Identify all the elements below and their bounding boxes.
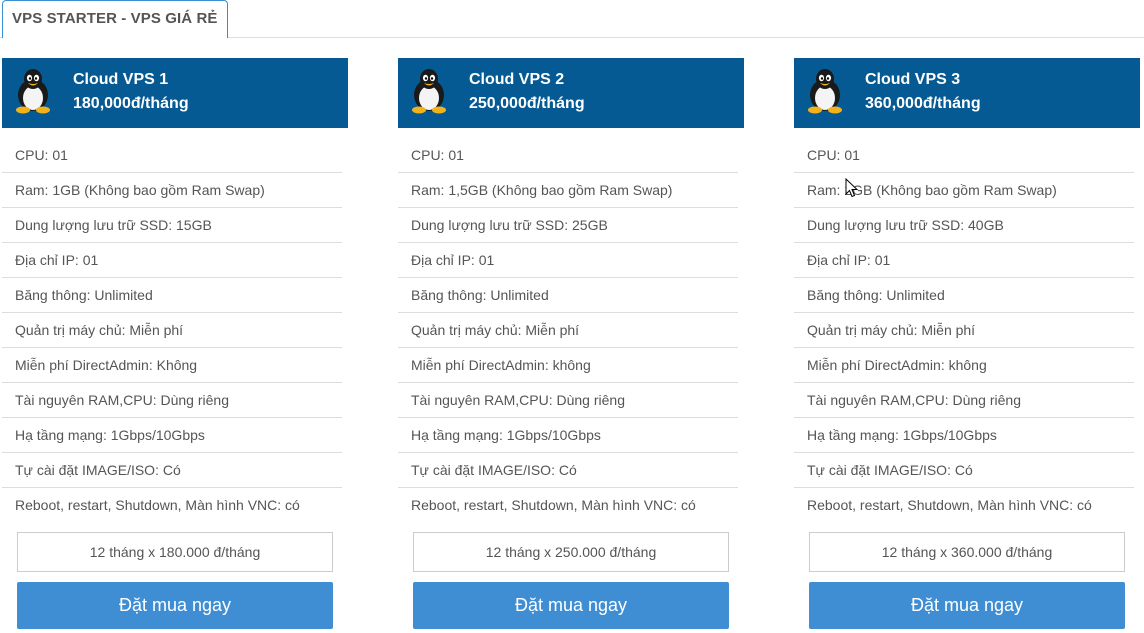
feature-item: Reboot, restart, Shutdown, Màn hình VNC:… <box>411 497 696 513</box>
buy-now-button[interactable]: Đặt mua ngay <box>809 582 1125 629</box>
feature-item: Băng thông: Unlimited <box>2 278 342 313</box>
plan-name: Cloud VPS 2 <box>469 71 565 88</box>
feature-item: Reboot, restart, Shutdown, Màn hình VNC:… <box>807 497 1092 513</box>
feature-item: Dung lượng lưu trữ SSD: 15GB <box>2 208 342 243</box>
plan-card-2: Cloud VPS 2 250,000đ/tháng CPU: 01 Ram: … <box>398 58 744 629</box>
buy-now-button[interactable]: Đặt mua ngay <box>413 582 729 629</box>
feature-item: Quản trị máy chủ: Miễn phí <box>398 313 738 348</box>
feature-item: Tài nguyên RAM,CPU: Dùng riêng <box>794 383 1134 418</box>
feature-list: CPU: 01 Ram: 1,5GB (Không bao gồm Ram Sw… <box>398 138 738 523</box>
feature-item: Dung lượng lưu trữ SSD: 25GB <box>398 208 738 243</box>
plan-name: Cloud VPS 3 <box>865 71 961 88</box>
billing-term: 12 tháng x 360.000 đ/tháng <box>809 532 1125 572</box>
feature-item: Miễn phí DirectAdmin: không <box>794 348 1134 383</box>
linux-tux-icon <box>412 69 446 114</box>
feature-item: Miễn phí DirectAdmin: Không <box>2 348 342 383</box>
plan-card-1: Cloud VPS 1 180,000đ/tháng CPU: 01 Ram: … <box>2 58 348 629</box>
plan-price: 360,000đ/tháng <box>865 95 981 112</box>
mouse-pointer-icon <box>845 178 859 198</box>
feature-item: Hạ tầng mạng: 1Gbps/10Gbps <box>398 418 738 453</box>
feature-item: Ram: 1GB (Không bao gồm Ram Swap) <box>2 173 342 208</box>
tab-vps-starter[interactable]: VPS STARTER - VPS GIÁ RẺ <box>2 0 228 39</box>
plan-card-3: Cloud VPS 3 360,000đ/tháng CPU: 01 Ram: … <box>794 58 1140 629</box>
plan-price: 180,000đ/tháng <box>73 95 189 112</box>
feature-item: Quản trị máy chủ: Miễn phí <box>794 313 1134 348</box>
feature-item: Reboot, restart, Shutdown, Màn hình VNC:… <box>15 497 300 513</box>
feature-item: Hạ tầng mạng: 1Gbps/10Gbps <box>794 418 1134 453</box>
plan-header: Cloud VPS 3 360,000đ/tháng <box>794 58 1140 128</box>
feature-item: Tự cài đặt IMAGE/ISO: Có <box>794 453 1134 488</box>
buy-now-button[interactable]: Đặt mua ngay <box>17 582 333 629</box>
feature-item: Địa chỉ IP: 01 <box>2 243 342 278</box>
feature-item: Tự cài đặt IMAGE/ISO: Có <box>2 453 342 488</box>
linux-tux-icon <box>808 69 842 114</box>
tab-bar: VPS STARTER - VPS GIÁ RẺ <box>0 0 1144 39</box>
feature-item: Địa chỉ IP: 01 <box>794 243 1134 278</box>
plan-header: Cloud VPS 2 250,000đ/tháng <box>398 58 744 128</box>
billing-term: 12 tháng x 180.000 đ/tháng <box>17 532 333 572</box>
feature-item: Ram: 1,5GB (Không bao gồm Ram Swap) <box>398 173 738 208</box>
feature-item: Tự cài đặt IMAGE/ISO: Có <box>398 453 738 488</box>
linux-tux-icon <box>16 69 50 114</box>
plan-header: Cloud VPS 1 180,000đ/tháng <box>2 58 348 128</box>
feature-item: Địa chỉ IP: 01 <box>398 243 738 278</box>
feature-item: Hạ tầng mạng: 1Gbps/10Gbps <box>2 418 342 453</box>
feature-item: Tài nguyên RAM,CPU: Dùng riêng <box>398 383 738 418</box>
feature-item: CPU: 01 <box>398 138 738 173</box>
feature-item: CPU: 01 <box>2 138 342 173</box>
billing-term: 12 tháng x 250.000 đ/tháng <box>413 532 729 572</box>
feature-item: Quản trị máy chủ: Miễn phí <box>2 313 342 348</box>
feature-item: Miễn phí DirectAdmin: không <box>398 348 738 383</box>
feature-list: CPU: 01 Ram: 1GB (Không bao gồm Ram Swap… <box>2 138 342 523</box>
feature-item: CPU: 01 <box>794 138 1134 173</box>
vps-pricing-page: VPS STARTER - VPS GIÁ RẺ Cloud VPS 1 180… <box>0 0 1144 633</box>
feature-item: Băng thông: Unlimited <box>398 278 738 313</box>
feature-item: Tài nguyên RAM,CPU: Dùng riêng <box>2 383 342 418</box>
plan-price: 250,000đ/tháng <box>469 95 585 112</box>
plan-name: Cloud VPS 1 <box>73 71 169 88</box>
feature-item: Dung lượng lưu trữ SSD: 40GB <box>794 208 1134 243</box>
feature-item: Băng thông: Unlimited <box>794 278 1134 313</box>
